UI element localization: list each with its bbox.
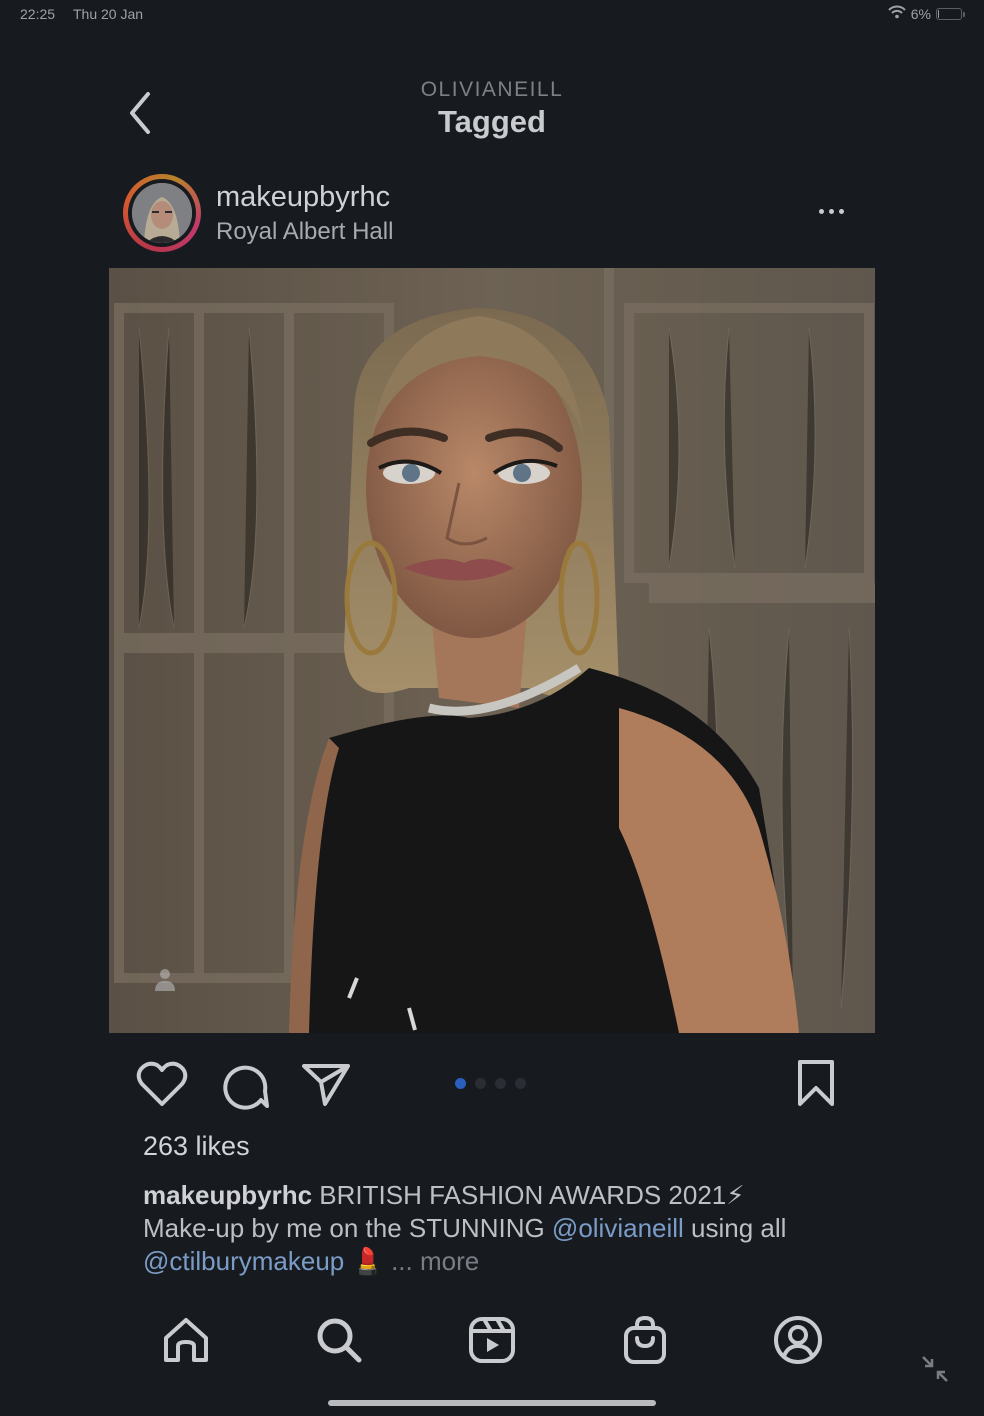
person-icon[interactable]: [152, 966, 178, 992]
status-date: Thu 20 Jan: [73, 6, 144, 22]
comment-icon: [223, 1065, 269, 1110]
nav-reels[interactable]: [464, 1312, 520, 1368]
nav-shop[interactable]: [617, 1312, 673, 1368]
carousel-dot: [495, 1078, 506, 1089]
nav-search[interactable]: [311, 1312, 367, 1368]
mention-link[interactable]: @ctilburymakeup: [143, 1246, 344, 1276]
save-button[interactable]: [792, 1058, 840, 1108]
paper-plane-icon: [302, 1064, 350, 1106]
more-dot: [838, 208, 844, 214]
battery-fill: [938, 9, 939, 18]
battery-percentage: 6%: [910, 5, 931, 22]
heart-icon: [136, 1061, 188, 1106]
avatar[interactable]: [132, 183, 192, 243]
carousel-indicator: [455, 1078, 526, 1089]
caption-ellipsis: ...: [383, 1246, 420, 1276]
status-time: 22:25: [20, 6, 56, 22]
shopping-bag-icon: [624, 1315, 666, 1364]
caption-text: Make-up by me on the STUNNING: [143, 1213, 552, 1243]
caption-author[interactable]: makeupbyrhc: [143, 1180, 312, 1210]
nav-home[interactable]: [158, 1312, 214, 1368]
likes-count[interactable]: 263 likes: [143, 1131, 250, 1162]
carousel-dot: [475, 1078, 486, 1089]
caption: makeupbyrhc BRITISH FASHION AWARDS 2021⚡…: [143, 1179, 823, 1278]
post-location[interactable]: Royal Albert Hall: [216, 218, 393, 246]
bookmark-icon: [798, 1060, 834, 1106]
more-link[interactable]: more: [420, 1246, 479, 1276]
search-icon: [317, 1318, 362, 1363]
post-photo[interactable]: [109, 268, 875, 1033]
post-author[interactable]: makeupbyrhc: [216, 181, 390, 214]
battery-icon: [936, 7, 965, 20]
like-button[interactable]: [136, 1060, 188, 1108]
profile-username: OLIVIANEILL: [420, 78, 564, 101]
reels-icon: [469, 1317, 515, 1363]
home-icon: [164, 1318, 208, 1362]
caption-text: using all: [683, 1213, 787, 1243]
collapse-arrows-icon[interactable]: [920, 1354, 950, 1384]
carousel-dot: [455, 1078, 466, 1089]
share-button[interactable]: [301, 1060, 351, 1108]
more-horizontal-icon: [818, 208, 824, 214]
more-options-button[interactable]: [806, 196, 856, 226]
home-indicator[interactable]: [328, 1400, 656, 1406]
page-title: Tagged: [438, 104, 546, 139]
caption-text: BRITISH FASHION AWARDS 2021: [312, 1180, 727, 1210]
mention-link[interactable]: @olivianeill: [552, 1213, 684, 1243]
status-indicators: 6%: [888, 5, 965, 22]
profile-icon: [774, 1316, 822, 1364]
wifi-icon: [888, 5, 906, 22]
lipstick-emoji: 💄: [351, 1246, 384, 1276]
carousel-dot: [515, 1078, 526, 1089]
comment-button[interactable]: [219, 1060, 269, 1110]
more-dot: [828, 208, 834, 214]
lightning-emoji: ⚡: [726, 1180, 745, 1210]
nav-profile[interactable]: [770, 1312, 826, 1368]
